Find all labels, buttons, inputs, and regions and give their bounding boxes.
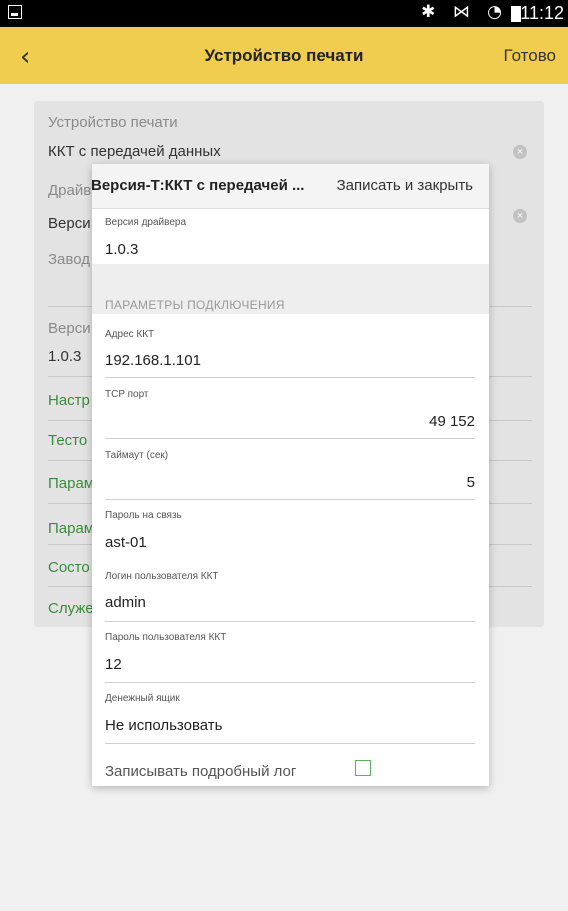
- device-label: Устройство печати: [48, 114, 178, 131]
- service-link[interactable]: Служе: [48, 600, 94, 617]
- dialog-header: Версия-Т:ККТ с передачей ... Записать и …: [92, 164, 489, 209]
- divider: [105, 682, 475, 683]
- tcp-port-input[interactable]: 49 152: [429, 413, 475, 430]
- address-label: Адрес ККТ: [105, 329, 155, 340]
- divider: [105, 438, 475, 439]
- save-close-button[interactable]: Записать и закрыть: [337, 177, 473, 194]
- page-title: Устройство печати: [204, 46, 364, 65]
- device-value[interactable]: ККТ с передачей данных: [48, 143, 221, 160]
- clear-icon[interactable]: ×: [513, 145, 527, 159]
- params-link-2[interactable]: Парам: [48, 520, 94, 537]
- timeout-label: Таймаут (сек): [105, 450, 169, 461]
- driver-version-value: 1.0.3: [105, 241, 139, 258]
- log-checkbox[interactable]: [355, 760, 371, 776]
- driver-version-label: Версия драйвера: [105, 217, 187, 228]
- divider: [105, 499, 475, 500]
- dialog-title: Версия-Т:ККТ с передачей ...: [92, 177, 305, 194]
- section-header: ПАРАМЕТРЫ ПОДКЛЮЧЕНИЯ: [92, 264, 489, 314]
- cash-drawer-select[interactable]: Не использовать: [105, 717, 222, 734]
- divider: [105, 377, 475, 378]
- driver-settings-dialog: Версия-Т:ККТ с передачей ... Записать и …: [92, 164, 489, 786]
- log-checkbox-label: Записывать подробный лог: [105, 763, 297, 780]
- version-label: Верси: [48, 320, 91, 337]
- divider: [105, 743, 475, 744]
- status-icons: ✱ ⋈ ◔: [421, 2, 508, 22]
- connection-password-input[interactable]: ast-01: [105, 534, 147, 551]
- cash-drawer-label: Денежный ящик: [105, 693, 180, 704]
- factory-label: Завод: [48, 251, 90, 268]
- app-bar: ‹ Устройство печати Готово: [0, 27, 568, 84]
- test-link[interactable]: Тесто: [48, 432, 87, 449]
- status-time: 11:12: [520, 3, 564, 23]
- params-link[interactable]: Парам: [48, 475, 94, 492]
- divider: [105, 621, 475, 622]
- tcp-port-label: TCP порт: [105, 389, 149, 400]
- connection-password-label: Пароль на связь: [105, 510, 182, 521]
- done-button[interactable]: Готово: [504, 46, 557, 66]
- version-value: 1.0.3: [48, 348, 82, 365]
- login-label: Логин пользователя ККТ: [105, 571, 219, 582]
- login-input[interactable]: admin: [105, 594, 146, 611]
- screenshot-icon: [8, 5, 22, 19]
- clear-icon[interactable]: ×: [513, 209, 527, 223]
- address-input[interactable]: 192.168.1.101: [105, 352, 201, 369]
- timeout-input[interactable]: 5: [467, 474, 475, 491]
- user-password-label: Пароль пользователя ККТ: [105, 632, 227, 643]
- user-password-input[interactable]: 12: [105, 656, 122, 673]
- status-link[interactable]: Состо: [48, 559, 90, 576]
- driver-value[interactable]: Верси: [48, 215, 91, 232]
- settings-link[interactable]: Настр: [48, 392, 90, 409]
- section-title: ПАРАМЕТРЫ ПОДКЛЮЧЕНИЯ: [105, 298, 285, 312]
- driver-label: Драйв: [48, 182, 92, 199]
- status-bar: ✱ ⋈ ◔ 11:12: [0, 0, 568, 27]
